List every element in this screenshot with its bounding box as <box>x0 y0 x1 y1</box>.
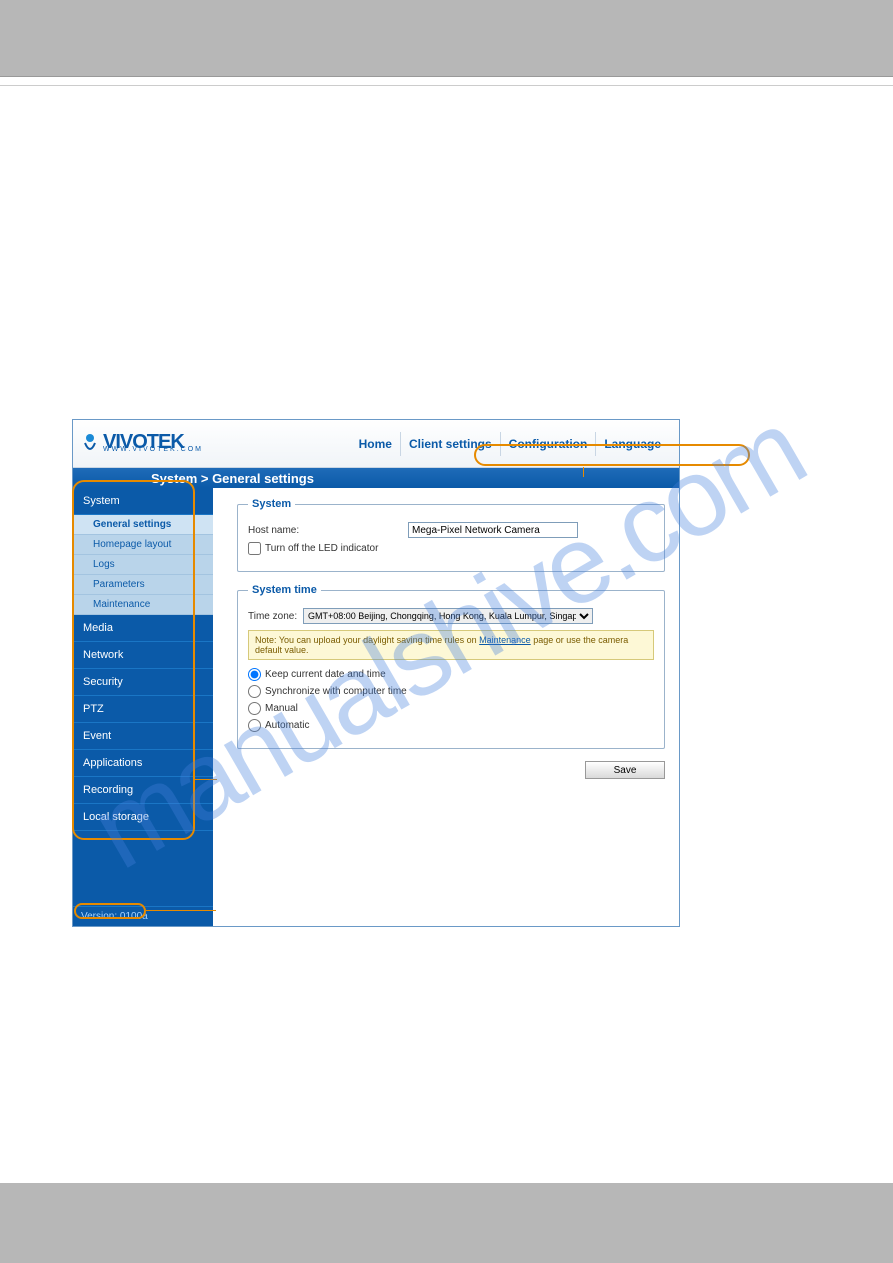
breadcrumb: System > General settings <box>73 468 679 488</box>
logo-subtext: WWW.VIVOTEK.COM <box>103 447 203 453</box>
radio-manual[interactable] <box>248 702 261 715</box>
sidebar-sub-general-settings[interactable]: General settings <box>73 515 213 535</box>
divider <box>0 85 893 86</box>
led-label: Turn off the LED indicator <box>265 543 378 554</box>
system-legend: System <box>248 498 295 510</box>
hostname-input[interactable] <box>408 522 578 538</box>
led-checkbox[interactable] <box>248 542 261 555</box>
page-footer-bar <box>0 1183 893 1263</box>
screenshot-header: VIVOTEK WWW.VIVOTEK.COM Home Client sett… <box>73 420 679 468</box>
sidebar-sub-maintenance[interactable]: Maintenance <box>73 595 213 615</box>
sidebar-sub-homepage-layout[interactable]: Homepage layout <box>73 535 213 555</box>
callout-connector <box>583 467 584 477</box>
radio-automatic[interactable] <box>248 719 261 732</box>
maintenance-link[interactable]: Maintenance <box>479 635 531 645</box>
callout-connector <box>195 779 217 780</box>
tab-client-settings[interactable]: Client settings <box>400 432 500 456</box>
page-header-bar <box>0 0 893 77</box>
radio-keep-current[interactable] <box>248 668 261 681</box>
callout-connector <box>146 910 216 911</box>
top-tabs: Home Client settings Configuration Langu… <box>351 432 671 456</box>
content-pane: System Host name: Turn off the LED indic… <box>213 488 679 926</box>
tab-language[interactable]: Language <box>595 432 669 456</box>
screenshot-container: VIVOTEK WWW.VIVOTEK.COM Home Client sett… <box>72 419 680 927</box>
sidebar-item-security[interactable]: Security <box>73 669 213 696</box>
sidebar-item-network[interactable]: Network <box>73 642 213 669</box>
radio-sync-computer-label: Synchronize with computer time <box>265 686 407 697</box>
sidebar-item-event[interactable]: Event <box>73 723 213 750</box>
system-fieldset: System Host name: Turn off the LED indic… <box>237 498 665 572</box>
dst-note: Note: You can upload your daylight savin… <box>248 630 654 660</box>
breadcrumb-text: System > General settings <box>151 471 314 486</box>
firmware-version: Version: 0100a <box>73 906 213 926</box>
sidebar-item-recording[interactable]: Recording <box>73 777 213 804</box>
logo-icon <box>81 433 99 455</box>
radio-manual-label: Manual <box>265 703 298 714</box>
radio-automatic-label: Automatic <box>265 720 309 731</box>
sidebar-sub-logs[interactable]: Logs <box>73 555 213 575</box>
tab-home[interactable]: Home <box>351 432 400 456</box>
radio-keep-current-label: Keep current date and time <box>265 669 386 680</box>
sidebar-sub-parameters[interactable]: Parameters <box>73 575 213 595</box>
vivotek-logo: VIVOTEK WWW.VIVOTEK.COM <box>81 433 203 455</box>
sidebar-item-applications[interactable]: Applications <box>73 750 213 777</box>
hostname-label: Host name: <box>248 525 408 536</box>
sidebar-item-ptz[interactable]: PTZ <box>73 696 213 723</box>
sidebar-item-media[interactable]: Media <box>73 615 213 642</box>
timezone-select[interactable]: GMT+08:00 Beijing, Chongqing, Hong Kong,… <box>303 608 593 624</box>
timezone-label: Time zone: <box>248 611 303 622</box>
save-button[interactable]: Save <box>585 761 665 779</box>
system-time-fieldset: System time Time zone: GMT+08:00 Beijing… <box>237 584 665 749</box>
sidebar-item-local-storage[interactable]: Local storage <box>73 804 213 831</box>
tab-configuration[interactable]: Configuration <box>500 432 596 456</box>
radio-sync-computer[interactable] <box>248 685 261 698</box>
sidebar-item-system[interactable]: System <box>73 488 213 515</box>
sidebar: System General settings Homepage layout … <box>73 488 213 926</box>
system-time-legend: System time <box>248 584 321 596</box>
